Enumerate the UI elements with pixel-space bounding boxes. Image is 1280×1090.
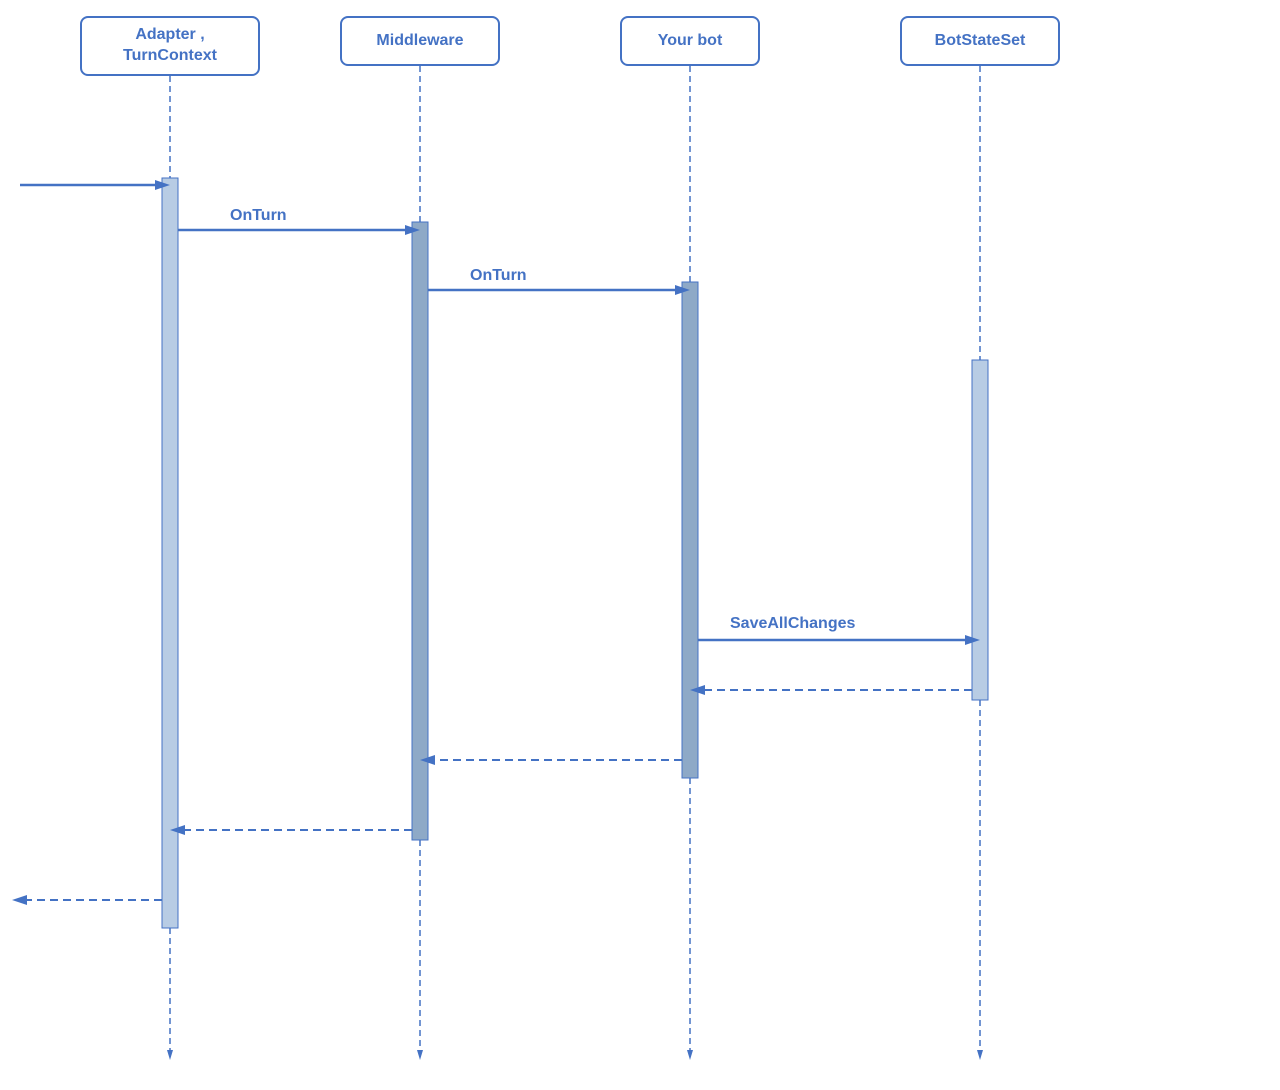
actor-adapter: Adapter ,TurnContext	[80, 16, 260, 76]
svg-text:SaveAllChanges: SaveAllChanges	[730, 615, 855, 632]
actor-middleware: Middleware	[340, 16, 500, 66]
svg-text:OnTurn: OnTurn	[230, 207, 287, 224]
svg-text:OnTurn: OnTurn	[470, 267, 527, 284]
actor-botstateset: BotStateSet	[900, 16, 1060, 66]
sequence-diagram: OnTurn OnTurn SaveAllChanges Adapter ,Tu…	[0, 0, 1280, 1090]
actor-yourbot: Your bot	[620, 16, 760, 66]
diagram-svg: OnTurn OnTurn SaveAllChanges	[0, 0, 1280, 1090]
